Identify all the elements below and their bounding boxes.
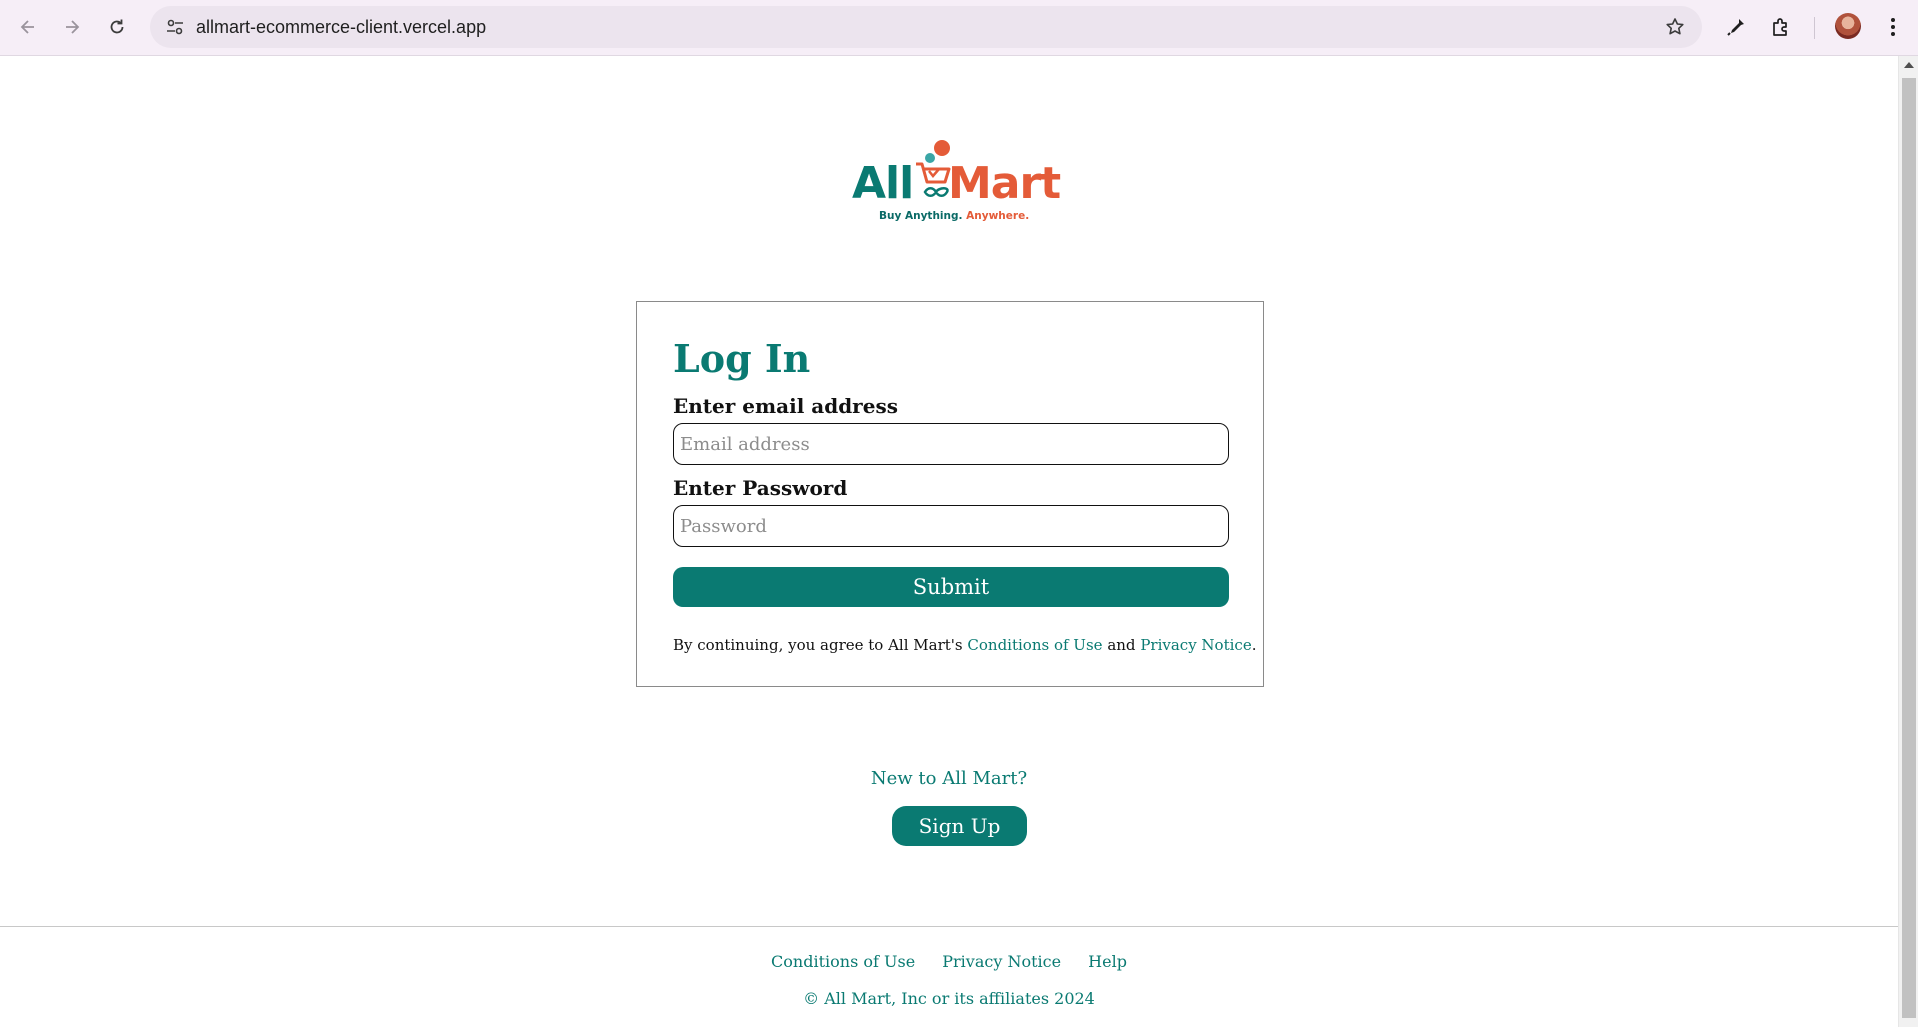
logo-brand-right: Mart (948, 158, 1061, 209)
conditions-of-use-link[interactable]: Conditions of Use (967, 636, 1102, 654)
terms-and: and (1107, 636, 1136, 654)
tagline-part-2: Anywhere. (966, 210, 1030, 222)
browser-toolbar: allmart-ecommerce-client.vercel.app (0, 0, 1918, 56)
eyedropper-icon[interactable] (1719, 10, 1753, 44)
copyright: © All Mart, Inc or its affiliates 2024 (803, 989, 1095, 1008)
address-bar[interactable]: allmart-ecommerce-client.vercel.app (150, 6, 1702, 48)
site-settings-icon[interactable] (164, 16, 186, 38)
password-label: Enter Password (673, 476, 848, 500)
sign-up-button[interactable]: Sign Up (892, 806, 1027, 846)
login-form: Log In Enter email address Enter Passwor… (636, 301, 1264, 687)
login-title: Log In (673, 336, 811, 381)
footer-conditions-link[interactable]: Conditions of Use (771, 952, 915, 971)
footer-privacy-link[interactable]: Privacy Notice (942, 952, 1061, 971)
password-input[interactable] (673, 505, 1229, 547)
toolbar-divider (1814, 17, 1815, 39)
new-customer-prompt: New to All Mart? (870, 768, 1028, 789)
email-label: Enter email address (673, 394, 898, 418)
logo-tagline: Buy Anything. Anywhere. (879, 210, 1029, 222)
extensions-puzzle-icon[interactable] (1764, 10, 1798, 44)
kebab-menu-icon[interactable] (1876, 10, 1910, 44)
forward-arrow-icon[interactable] (55, 10, 89, 44)
tagline-part-1: Buy Anything. (879, 210, 963, 222)
terms-notice: By continuing, you agree to All Mart's C… (673, 636, 1256, 654)
footer-divider (0, 926, 1898, 927)
scroll-thumb[interactable] (1902, 78, 1916, 1018)
footer-help-link[interactable]: Help (1088, 952, 1127, 971)
scroll-up-arrow-icon[interactable] (1904, 62, 1914, 68)
page-content: All Mart Buy Anything. Anywhere. Log In … (0, 56, 1898, 1027)
page-scrollbar[interactable] (1898, 56, 1918, 1027)
email-input[interactable] (673, 423, 1229, 465)
privacy-notice-link[interactable]: Privacy Notice (1140, 636, 1251, 654)
logo-brand-left: All (852, 158, 914, 209)
footer-links: Conditions of Use Privacy Notice Help (0, 952, 1898, 971)
bookmark-star-icon[interactable] (1664, 16, 1686, 38)
terms-prefix: By continuing, you agree to All Mart's (673, 636, 963, 654)
reload-icon[interactable] (100, 10, 134, 44)
submit-button[interactable]: Submit (673, 567, 1229, 607)
back-arrow-icon[interactable] (11, 10, 45, 44)
url-text[interactable]: allmart-ecommerce-client.vercel.app (196, 17, 486, 38)
terms-suffix: . (1251, 636, 1257, 654)
profile-avatar[interactable] (1835, 13, 1861, 39)
allmart-logo[interactable]: All Mart Buy Anything. Anywhere. (852, 138, 1061, 226)
